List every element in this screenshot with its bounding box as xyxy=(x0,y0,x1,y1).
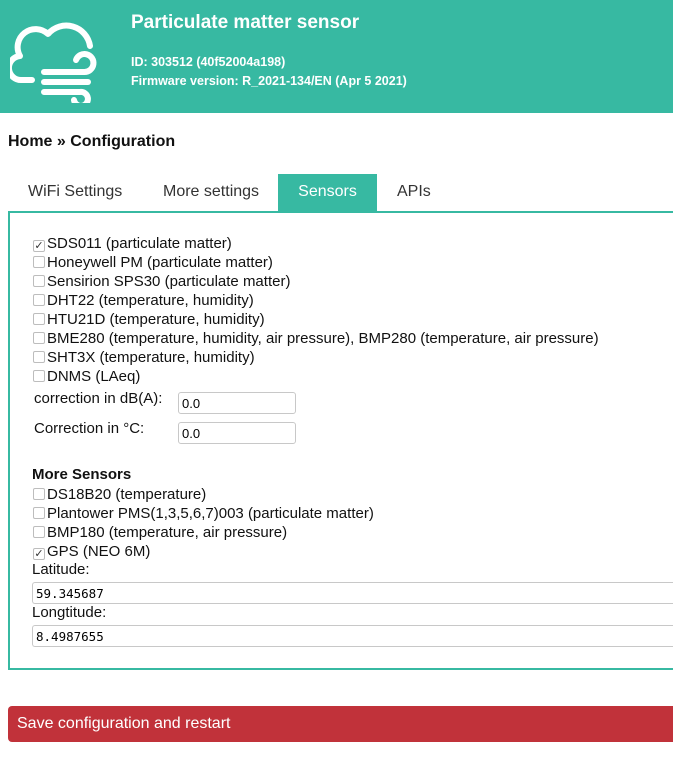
latitude-label: Latitude: xyxy=(32,561,90,578)
longitude-label: Longtitude: xyxy=(32,604,107,621)
checkbox[interactable]: ✓ xyxy=(33,240,45,252)
more-sensors-title: More Sensors xyxy=(32,466,132,483)
latitude-input[interactable] xyxy=(32,582,673,604)
checkbox[interactable] xyxy=(33,256,45,268)
checkbox[interactable] xyxy=(33,275,45,287)
sensor-label: Honeywell PM (particulate matter) xyxy=(47,254,273,271)
save-button[interactable]: Save configuration and restart xyxy=(8,706,673,742)
sensor-label: DNMS (LAeq) xyxy=(47,368,141,385)
checkbox[interactable] xyxy=(33,507,45,519)
tab-wifi-settings[interactable]: WiFi Settings xyxy=(9,174,141,212)
checkbox[interactable] xyxy=(33,488,45,500)
sensor-label: Plantower PMS(1,3,5,6,7)003 (particulate… xyxy=(47,505,374,522)
sensors-panel: ✓ SDS011 (particulate matter) Honeywell P… xyxy=(8,211,673,670)
sensor-label: BME280 (temperature, humidity, air press… xyxy=(47,330,599,347)
temp-correction-label: Correction in °C: xyxy=(34,420,145,437)
sensor-label: HTU21D (temperature, humidity) xyxy=(47,311,265,328)
checkbox[interactable] xyxy=(33,526,45,538)
breadcrumb: Home » Configuration xyxy=(8,133,176,150)
sensor-label: Sensirion SPS30 (particulate matter) xyxy=(47,273,291,290)
app-header: Particulate matter sensor ID: 303512 (40… xyxy=(0,0,673,113)
sensor-option-htu21d[interactable]: HTU21D (temperature, humidity) xyxy=(33,311,265,330)
tab-bar: WiFi Settings More settings Sensors APIs xyxy=(9,174,673,212)
sensor-label: DS18B20 (temperature) xyxy=(47,486,207,503)
cloud-wind-icon xyxy=(10,22,97,103)
sensor-label: BMP180 (temperature, air pressure) xyxy=(47,524,288,541)
sensor-option-bmp180[interactable]: BMP180 (temperature, air pressure) xyxy=(33,524,287,543)
sensor-label: DHT22 (temperature, humidity) xyxy=(47,292,254,309)
sensor-option-bme280[interactable]: BME280 (temperature, humidity, air press… xyxy=(33,330,599,349)
sensor-option-sht3x[interactable]: SHT3X (temperature, humidity) xyxy=(33,349,255,368)
sensor-option-honeywell[interactable]: Honeywell PM (particulate matter) xyxy=(33,254,273,273)
temp-correction-input[interactable] xyxy=(178,422,296,444)
checkbox[interactable] xyxy=(33,313,45,325)
sensor-option-ds18b20[interactable]: DS18B20 (temperature) xyxy=(33,486,206,505)
sensor-label: SHT3X (temperature, humidity) xyxy=(47,349,255,366)
tab-apis[interactable]: APIs xyxy=(378,174,450,212)
tab-sensors[interactable]: Sensors xyxy=(278,174,377,212)
checkbox[interactable] xyxy=(33,370,45,382)
sensor-option-dnms[interactable]: DNMS (LAeq) xyxy=(33,368,140,387)
longitude-input[interactable] xyxy=(32,625,673,647)
sensor-option-sds011[interactable]: ✓ SDS011 (particulate matter) xyxy=(33,235,232,254)
sensor-label: SDS011 (particulate matter) xyxy=(47,235,232,252)
checkbox[interactable] xyxy=(33,294,45,306)
tab-more-settings[interactable]: More settings xyxy=(144,174,278,212)
sensor-option-dht22[interactable]: DHT22 (temperature, humidity) xyxy=(33,292,254,311)
sensor-option-sps30[interactable]: Sensirion SPS30 (particulate matter) xyxy=(33,273,290,292)
dba-correction-input[interactable] xyxy=(178,392,296,414)
checkbox[interactable]: ✓ xyxy=(33,548,45,560)
checkbox[interactable] xyxy=(33,351,45,363)
firmware-version: Firmware version: R_2021-134/EN (Apr 5 2… xyxy=(131,74,407,88)
app-title: Particulate matter sensor xyxy=(131,12,360,33)
dba-correction-label: correction in dB(A): xyxy=(34,390,163,407)
sensor-option-plantower[interactable]: Plantower PMS(1,3,5,6,7)003 (particulate… xyxy=(33,505,374,524)
device-id: ID: 303512 (40f52004a198) xyxy=(131,55,286,69)
sensor-label: GPS (NEO 6M) xyxy=(47,543,151,560)
sensor-option-gps[interactable]: ✓ GPS (NEO 6M) xyxy=(33,543,150,562)
checkbox[interactable] xyxy=(33,332,45,344)
